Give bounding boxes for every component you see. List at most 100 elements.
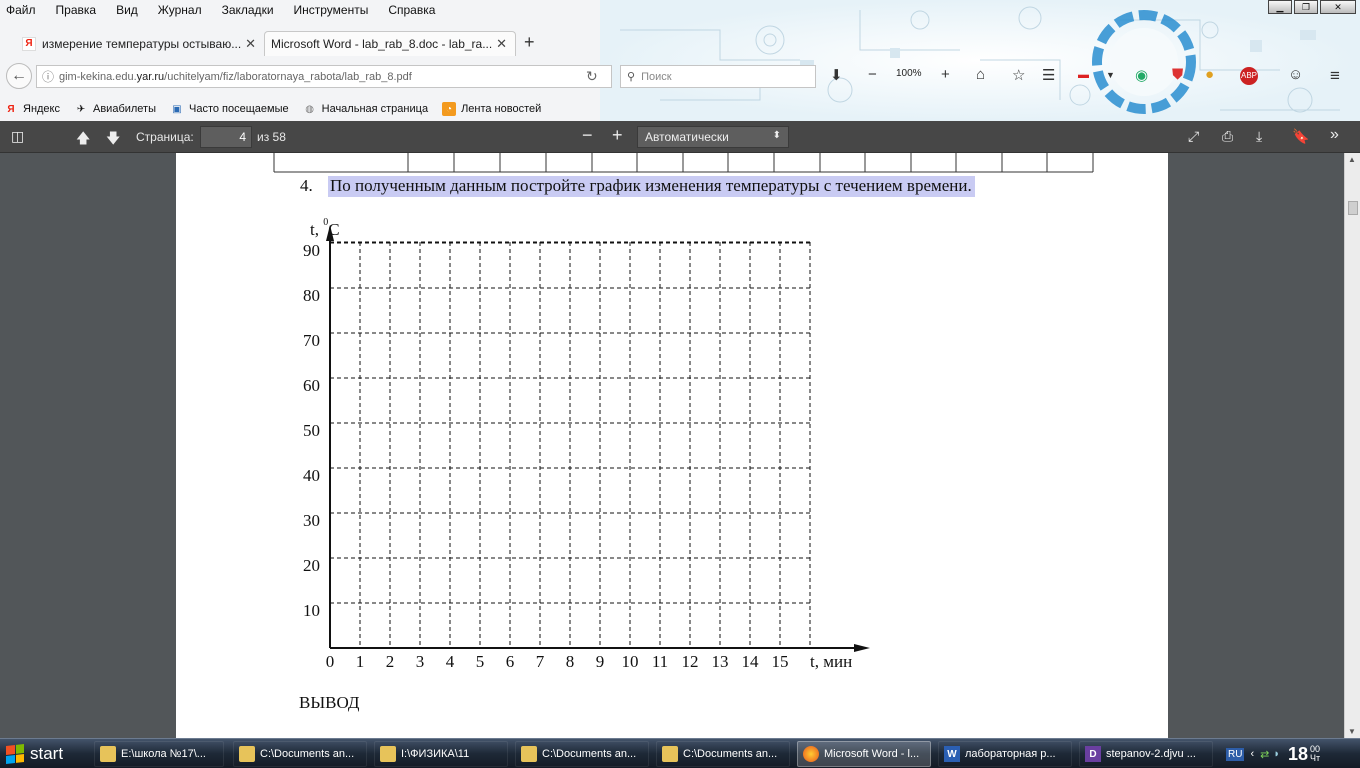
tab-temperature[interactable]: Я измерение температуры остываю... ✕ — [16, 31, 264, 56]
x-axis-arrow — [854, 644, 870, 652]
taskbar-item-physics[interactable]: I:\ФИЗИКА\11 — [374, 741, 508, 767]
djvu-icon: D — [1085, 746, 1101, 762]
taskbar-item-firefox-word[interactable]: Microsoft Word - l... — [797, 741, 931, 767]
pdf-viewer[interactable]: 10 20 30 40 50 60 70 80 90 0 1 2 3 4 5 6 7 8 9 10 11 12 13 14 1… — [0, 153, 1344, 738]
taskbar-item-documents-2[interactable]: C:\Documents an... — [515, 741, 649, 767]
task-text: По полученным данным постройте график из… — [328, 176, 975, 197]
menu-bookmarks[interactable]: Закладки — [222, 3, 274, 17]
eye-extension-icon[interactable]: ◉ — [1135, 66, 1148, 84]
x-tick-label: 1 — [356, 652, 365, 671]
search-input[interactable]: ⚲ Поиск — [620, 65, 816, 88]
zoom-out-icon[interactable]: − — [582, 125, 593, 146]
url-bar[interactable]: ⓘ gim-kekina.edu. yar.ru/uchitelyam/fiz/l… — [36, 65, 612, 88]
scroll-down-icon[interactable]: ▼ — [1348, 727, 1356, 736]
bookmark-yandex[interactable]: Я Яндекс — [0, 102, 60, 116]
save-icon[interactable]: ⤓ — [1256, 128, 1262, 145]
color-extension-icon[interactable]: ● — [1205, 66, 1214, 83]
taskbar-item-label: stepanov-2.djvu ... — [1106, 748, 1196, 760]
bookmark-icon[interactable]: 🔖 — [1292, 128, 1309, 145]
x-tick-label: 8 — [566, 652, 575, 671]
menu-help[interactable]: Справка — [388, 3, 435, 17]
close-window-button[interactable]: ✕ — [1320, 0, 1356, 14]
menu-file[interactable]: Файл — [6, 3, 36, 17]
page-number-input[interactable] — [200, 126, 252, 148]
zoom-level[interactable]: 100% — [896, 68, 922, 79]
reading-list-icon[interactable]: ☰ — [1042, 66, 1055, 84]
flag-icon[interactable]: ▬ — [1078, 69, 1089, 81]
bookmarks-bar: Я Яндекс ✈ Авиабилеты ▣ Часто посещаемые… — [0, 98, 551, 120]
network-icon[interactable]: ⇄ — [1260, 748, 1269, 761]
tab-bar: Я измерение температуры остываю... ✕ Mic… — [0, 28, 1360, 56]
bookmark-label: Яндекс — [23, 103, 60, 115]
hamburger-menu-icon[interactable]: ≡ — [1330, 66, 1340, 86]
tray-expand-icon[interactable]: ‹ — [1250, 748, 1254, 760]
bookmark-start-page[interactable]: ◍ Начальная страница — [299, 102, 428, 116]
minimize-button[interactable]: ▁ — [1268, 0, 1292, 14]
browser-chrome: Файл Правка Вид Журнал Закладки Инструме… — [0, 0, 1360, 121]
bookmark-aviabilety[interactable]: ✈ Авиабилеты — [70, 102, 156, 116]
home-icon[interactable]: ⌂ — [976, 66, 985, 83]
vertical-scrollbar[interactable]: ▲ ▼ — [1344, 153, 1360, 738]
bookmark-label: Часто посещаемые — [189, 103, 289, 115]
tab-label: Microsoft Word - lab_rab_8.doc - lab_ra.… — [271, 37, 493, 51]
zoom-in-icon[interactable]: + — [612, 125, 623, 146]
taskbar-item-label: C:\Documents an... — [260, 748, 355, 760]
taskbar-item-documents-1[interactable]: C:\Documents an... — [233, 741, 367, 767]
next-page-icon[interactable]: 🡇 — [106, 128, 120, 152]
new-tab-plus-icon[interactable]: + — [524, 32, 535, 53]
bookmark-star-icon[interactable]: ☆ — [1012, 66, 1025, 84]
clock-hour[interactable]: 18 — [1288, 744, 1308, 765]
sidebar-toggle-icon[interactable]: ◫ — [11, 128, 24, 145]
presentation-mode-icon[interactable]: ⤢ — [1188, 128, 1199, 145]
shield-icon[interactable]: ⛊ — [1172, 66, 1183, 83]
rss-icon: ◔ — [442, 102, 457, 116]
scrollbar-thumb[interactable] — [1348, 201, 1358, 215]
globe-icon: ◍ — [305, 103, 314, 115]
x-tick-label: 2 — [386, 652, 395, 671]
bookmark-most-visited[interactable]: ▣ Часто посещаемые — [166, 102, 289, 116]
menu-view[interactable]: Вид — [116, 3, 138, 17]
maximize-button[interactable]: ❐ — [1294, 0, 1318, 14]
url-host: yar.ru — [136, 70, 165, 83]
taskbar-item-word-doc[interactable]: W лабораторная р... — [938, 741, 1072, 767]
taskbar-item-djvu[interactable]: D stepanov-2.djvu ... — [1079, 741, 1213, 767]
volume-icon[interactable]: ◗ — [1273, 748, 1280, 760]
download-icon[interactable]: ⬇ — [830, 66, 843, 84]
tools-chevron-icon[interactable]: » — [1330, 126, 1339, 144]
dropdown-icon[interactable]: ▼ — [1106, 70, 1115, 80]
scroll-up-icon[interactable]: ▲ — [1348, 155, 1356, 164]
close-tab-icon[interactable]: ✕ — [245, 36, 256, 52]
plane-icon: ✈ — [76, 103, 86, 115]
windows-logo-icon — [6, 744, 24, 764]
adblock-icon[interactable]: ABP — [1240, 67, 1258, 85]
x-axis-label: t, мин — [810, 652, 852, 671]
bookmark-label: Авиабилеты — [93, 103, 157, 115]
taskbar-item-folder-school[interactable]: E:\школа №17\... — [94, 741, 224, 767]
taskbar-item-documents-3[interactable]: C:\Documents an... — [656, 741, 790, 767]
close-tab-icon[interactable]: ✕ — [496, 36, 507, 52]
print-icon[interactable]: ⎙ — [1222, 128, 1233, 145]
zoom-select[interactable]: Автоматически ⬍ — [637, 126, 789, 148]
language-indicator[interactable]: RU — [1226, 747, 1245, 761]
chart-grid — [330, 241, 811, 648]
chat-icon[interactable]: ☺ — [1288, 66, 1303, 83]
menu-edit[interactable]: Правка — [56, 3, 97, 17]
clock-minute[interactable]: 00 Чт — [1310, 745, 1320, 763]
previous-page-icon[interactable]: 🡅 — [76, 128, 90, 152]
zoom-in-icon[interactable]: + — [941, 66, 950, 83]
back-arrow-icon[interactable]: ← — [6, 63, 32, 89]
menu-history[interactable]: Журнал — [158, 3, 202, 17]
info-icon[interactable]: ⓘ — [37, 68, 59, 85]
folder-icon — [100, 746, 116, 762]
start-button[interactable]: start — [0, 740, 80, 768]
x-tick-label: 15 — [772, 652, 789, 671]
x-tick-label: 9 — [596, 652, 605, 671]
bookmark-news-feed[interactable]: ◔ Лента новостей — [438, 102, 541, 116]
zoom-out-icon[interactable]: − — [868, 66, 877, 83]
taskbar: start E:\школа №17\... C:\Documents an..… — [0, 738, 1360, 768]
menu-tools[interactable]: Инструменты — [294, 3, 369, 17]
reload-icon[interactable]: ↻ — [586, 68, 598, 85]
conclusion-heading: ВЫВОД — [299, 693, 360, 712]
yandex-icon: Я — [22, 36, 36, 51]
tab-pdf-active[interactable]: Microsoft Word - lab_rab_8.doc - lab_ra.… — [264, 31, 516, 56]
